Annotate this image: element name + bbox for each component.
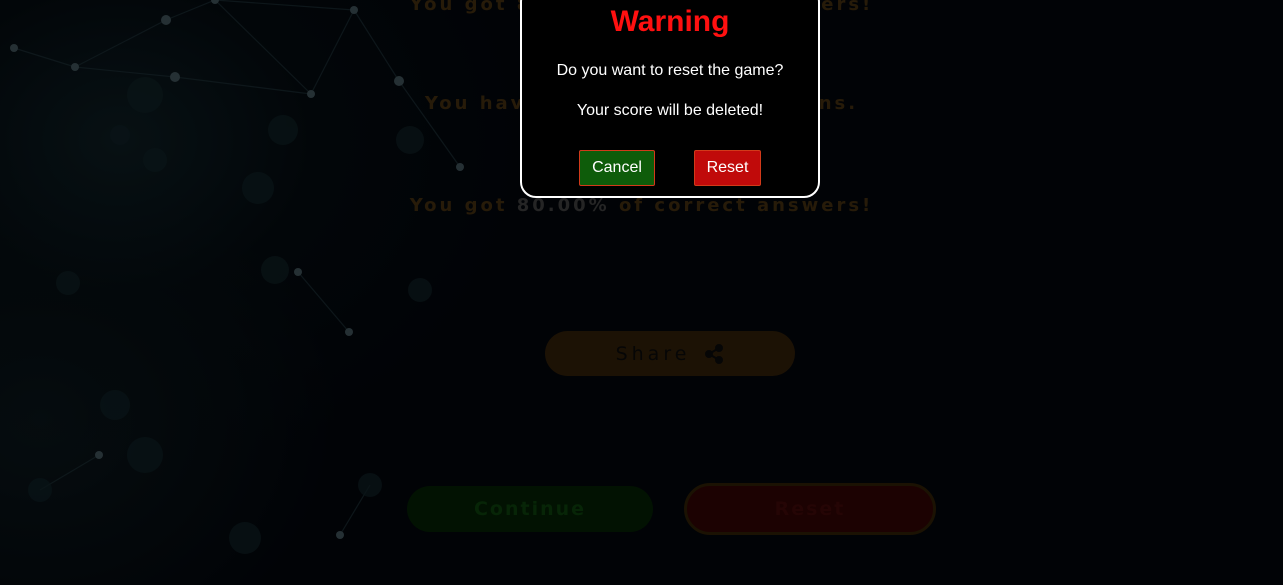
dialog-warning-text: Your score will be deleted!: [576, 102, 764, 119]
quiz-result-screen: You got 80.00% of correct answers! You h…: [0, 0, 1283, 585]
dialog-question: Do you want to reset the game?: [556, 62, 784, 79]
dialog-title: Warning: [610, 5, 730, 38]
confirm-reset-button[interactable]: Reset: [694, 150, 761, 186]
cancel-button[interactable]: Cancel: [579, 150, 655, 186]
reset-warning-dialog: Warning Do you want to reset the game? Y…: [520, 0, 820, 198]
